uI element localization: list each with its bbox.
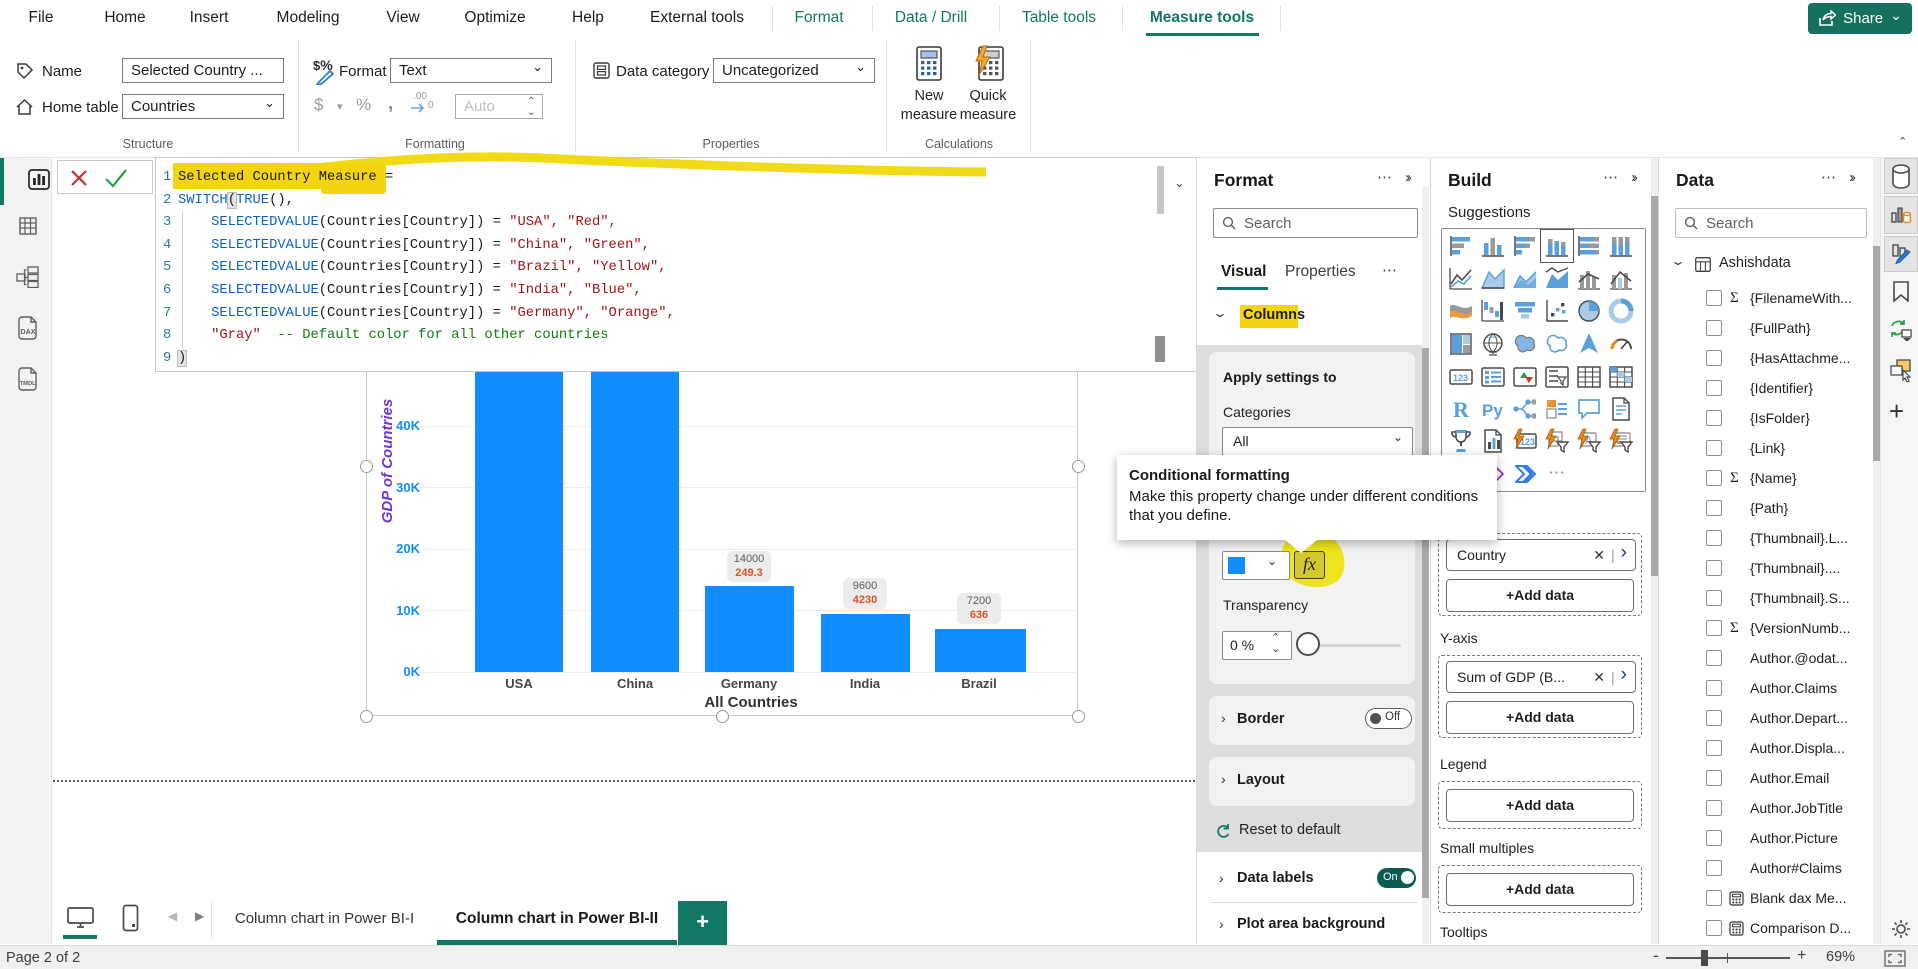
svg-text:DAX: DAX	[20, 327, 35, 336]
svg-text:123: 123	[1453, 373, 1468, 383]
svg-text:Py: Py	[1482, 401, 1503, 420]
svg-text:R: R	[1453, 397, 1470, 422]
svg-text:TMDL: TMDL	[20, 381, 37, 387]
